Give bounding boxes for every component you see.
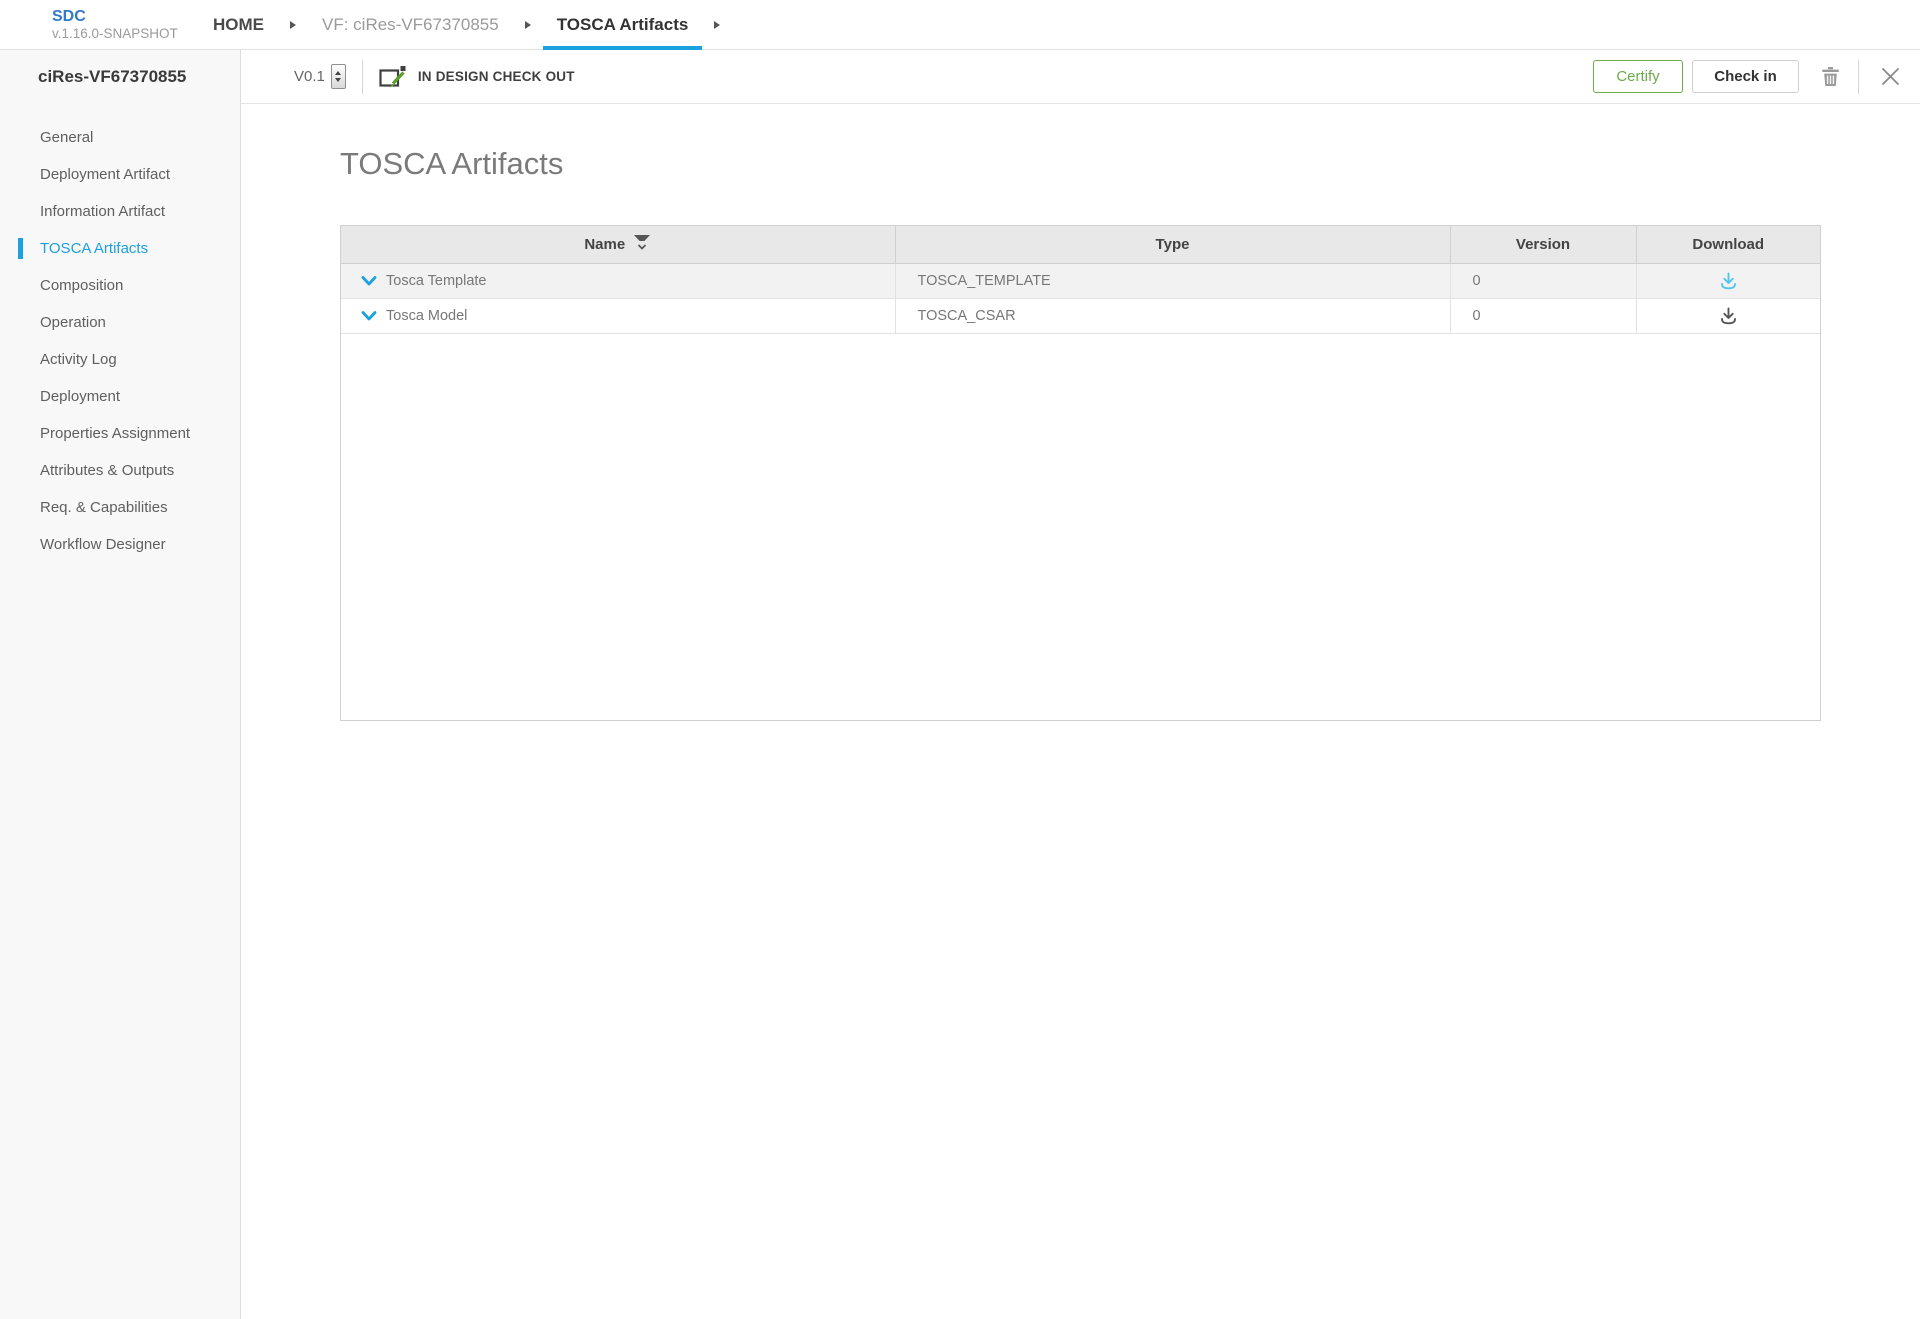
stepper-up-icon[interactable] [335, 71, 341, 75]
sidebar-item-workflow-designer[interactable]: Workflow Designer [0, 526, 240, 563]
app-version: v.1.16.0-SNAPSHOT [52, 26, 199, 42]
sidebar: ciRes-VF67370855 General Deployment Arti… [0, 50, 241, 1319]
column-header-version[interactable]: Version [1450, 226, 1636, 263]
sidebar-item-tosca-artifacts[interactable]: TOSCA Artifacts [0, 230, 240, 267]
artifact-version: 0 [1450, 263, 1636, 298]
breadcrumb-arrow-icon [290, 21, 296, 29]
main-area: V0.1 IN DESIGN CHECK OUT Certify [241, 50, 1920, 1319]
sidebar-item-activity-log[interactable]: Activity Log [0, 341, 240, 378]
page-title: TOSCA Artifacts [340, 146, 1920, 182]
close-icon[interactable] [1881, 67, 1900, 86]
toolbar-divider [1858, 60, 1859, 94]
table-row-tosca-model: Tosca Model TOSCA_CSAR 0 [341, 298, 1820, 333]
sidebar-item-operation[interactable]: Operation [0, 304, 240, 341]
breadcrumb-home[interactable]: HOME [199, 0, 278, 49]
top-bar: SDC v.1.16.0-SNAPSHOT HOME VF: ciRes-VF6… [0, 0, 1920, 50]
breadcrumb: HOME VF: ciRes-VF67370855 TOSCA Artifact… [199, 0, 732, 49]
certify-button[interactable]: Certify [1593, 60, 1683, 93]
lifecycle-status: IN DESIGN CHECK OUT [379, 65, 575, 89]
version-label: V0.1 [294, 68, 325, 85]
toolbar-divider [362, 60, 363, 94]
filter-sort-icon[interactable] [633, 234, 651, 255]
content-panel: TOSCA Artifacts Name [241, 104, 1920, 721]
toolbar-actions: Certify Check in [1593, 60, 1900, 94]
sidebar-item-properties-assignment[interactable]: Properties Assignment [0, 415, 240, 452]
column-header-download[interactable]: Download [1636, 226, 1820, 263]
artifact-type: TOSCA_TEMPLATE [895, 263, 1450, 298]
app-logo: SDC [52, 8, 199, 26]
chevron-down-icon[interactable] [361, 276, 377, 286]
breadcrumb-tosca-artifacts[interactable]: TOSCA Artifacts [543, 0, 703, 49]
breadcrumb-arrow-icon [525, 21, 531, 29]
delete-trash-icon[interactable] [1821, 66, 1840, 87]
sidebar-menu: General Deployment Artifact Information … [0, 119, 240, 563]
toolbar: V0.1 IN DESIGN CHECK OUT Certify [241, 50, 1920, 104]
sidebar-item-attributes-outputs[interactable]: Attributes & Outputs [0, 452, 240, 489]
table-header-row: Name Type Vers [341, 226, 1820, 263]
status-badge: IN DESIGN CHECK OUT [418, 69, 575, 84]
breadcrumb-vf[interactable]: VF: ciRes-VF67370855 [308, 0, 513, 49]
column-header-type[interactable]: Type [895, 226, 1450, 263]
sidebar-item-general[interactable]: General [0, 119, 240, 156]
sidebar-item-req-capabilities[interactable]: Req. & Capabilities [0, 489, 240, 526]
edit-pencil-icon [379, 65, 407, 89]
check-in-button[interactable]: Check in [1692, 60, 1799, 93]
table-row-tosca-template: Tosca Template TOSCA_TEMPLATE 0 [341, 263, 1820, 298]
sidebar-item-information-artifact[interactable]: Information Artifact [0, 193, 240, 230]
app-logo-block: SDC v.1.16.0-SNAPSHOT [0, 0, 199, 49]
tosca-artifacts-table: Name Type Vers [340, 225, 1821, 721]
download-icon[interactable] [1718, 306, 1739, 326]
download-icon[interactable] [1718, 271, 1739, 291]
sidebar-item-composition[interactable]: Composition [0, 267, 240, 304]
artifact-version: 0 [1450, 298, 1636, 333]
sidebar-resource-title: ciRes-VF67370855 [0, 50, 240, 104]
sidebar-item-deployment[interactable]: Deployment [0, 378, 240, 415]
breadcrumb-arrow-icon [714, 21, 720, 29]
artifact-name: Tosca Model [386, 308, 467, 324]
stepper-down-icon[interactable] [335, 78, 341, 82]
version-stepper[interactable] [331, 64, 346, 89]
chevron-down-icon[interactable] [361, 311, 377, 321]
artifact-name: Tosca Template [386, 273, 486, 289]
column-header-name[interactable]: Name [341, 226, 895, 263]
artifact-type: TOSCA_CSAR [895, 298, 1450, 333]
sidebar-item-deployment-artifact[interactable]: Deployment Artifact [0, 156, 240, 193]
